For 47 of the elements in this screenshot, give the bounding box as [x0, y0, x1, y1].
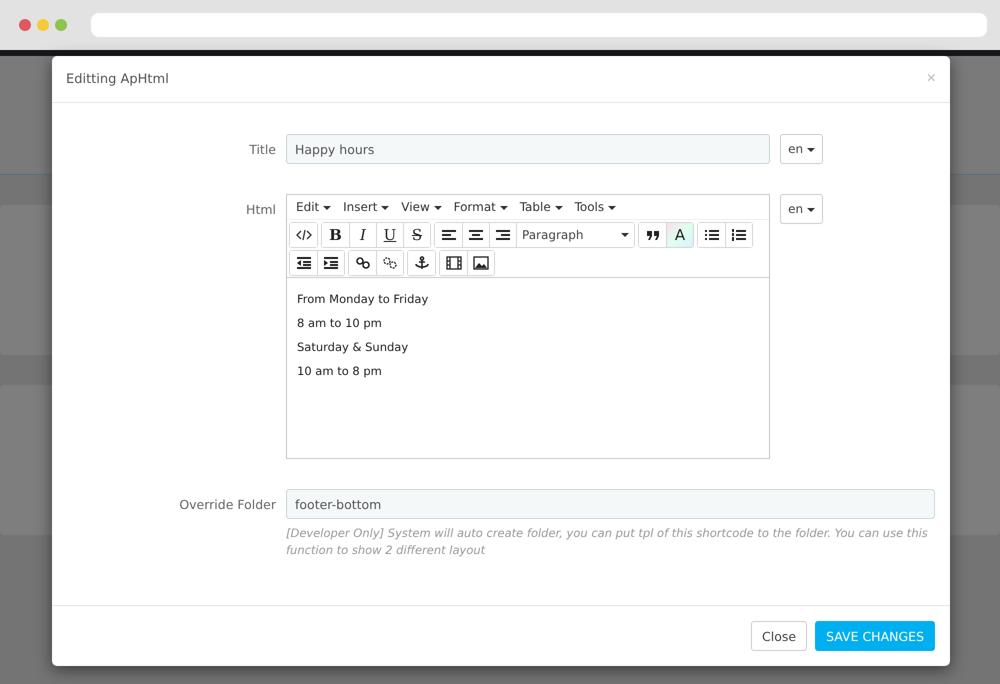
unlink-icon [382, 256, 398, 270]
content-line: Saturday & Sunday [297, 340, 410, 354]
anchor-icon [414, 256, 430, 270]
editor-content[interactable]: From Monday to Friday 8 am to 10 pm Saturday & Sunday 10 am to 8 pm [287, 278, 769, 458]
close-dialog-button[interactable]: Close [751, 621, 808, 651]
image-icon [473, 256, 489, 270]
close-window-dot[interactable] [19, 19, 31, 31]
indent-button[interactable] [317, 251, 344, 275]
menu-item[interactable]: Tools [570, 198, 621, 216]
content-line: 8 am to 10 pm [297, 316, 383, 330]
menu-item[interactable]: View [396, 198, 447, 216]
bullets-icon [704, 228, 720, 242]
quote-icon [644, 228, 660, 242]
unlink-button[interactable] [376, 251, 403, 275]
maximize-window-dot[interactable] [55, 19, 67, 31]
indent-icon [323, 256, 339, 270]
menu-item[interactable]: Table [514, 198, 568, 216]
minimize-window-dot[interactable] [37, 19, 49, 31]
anchor-button[interactable] [408, 251, 435, 275]
language-dropdown[interactable]: en [780, 194, 823, 224]
code-icon [296, 228, 312, 242]
color-button[interactable]: A [666, 223, 693, 247]
link-icon [354, 256, 370, 270]
help-text: [Developer Only] System will auto create folder, you can put tpl of this shortcode to the folder. You can use this function to show 2 different layout [286, 525, 929, 559]
numbers-icon [731, 228, 747, 242]
title-input[interactable]: Happy hours [286, 134, 770, 164]
field-label: Html [245, 201, 277, 219]
menu-item[interactable]: Format [448, 198, 513, 216]
align-right-icon [495, 228, 511, 242]
content-line: From Monday to Friday [297, 292, 430, 306]
folder-input[interactable]: footer-bottom [286, 489, 935, 519]
video-icon [446, 256, 462, 270]
field-label: Title [248, 141, 277, 159]
code-button[interactable] [290, 223, 317, 247]
align-center-icon [468, 228, 484, 242]
image-button[interactable] [467, 251, 494, 275]
align-left-icon [440, 228, 456, 242]
dialog-title: Editting ApHtml [66, 72, 169, 86]
outdent-icon [296, 256, 312, 270]
menu-item[interactable]: Insert [338, 198, 394, 216]
content-line: 10 am to 8 pm [297, 364, 383, 378]
select-dropdown[interactable]: Paragraph [516, 223, 634, 247]
numbers-button[interactable] [725, 223, 752, 247]
strike-button[interactable]: S [403, 223, 430, 247]
language-dropdown[interactable]: en [780, 134, 823, 164]
field-label: Override Folder [178, 496, 277, 514]
menu-item[interactable]: Edit [291, 198, 336, 216]
